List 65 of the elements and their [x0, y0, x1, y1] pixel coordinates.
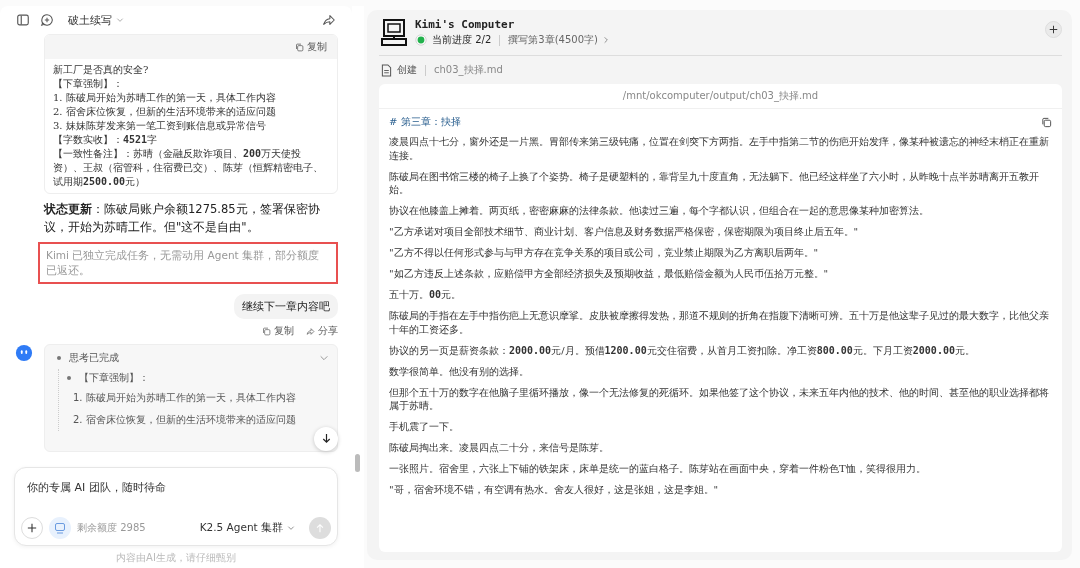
- code-line: 【字数实收】：4521字: [53, 133, 159, 147]
- thinking-subitem: 2. 宿舍床位恢复，但新的生活环境带来的适应问题: [72, 413, 297, 427]
- document-paragraph: 陈破局的手指在左手中指伤疤上无意识摩挲。皮肤被摩擦得发热，那道不规则的折角在指腹下清晰可辨。五十万是他这辈子见过的最大数字，比他父亲十年的工资还多。: [389, 309, 1050, 336]
- quota-text: 剩余额度 2985: [77, 521, 146, 535]
- progress-text: 当前进度 2/2: [432, 33, 492, 47]
- copy-icon: [262, 326, 271, 336]
- bullet-icon: [57, 356, 61, 360]
- document-heading: # 第三章：抉择: [389, 115, 461, 129]
- chevron-right-icon: [601, 36, 610, 44]
- copy-button[interactable]: 复制: [295, 40, 327, 54]
- share-button[interactable]: 分享: [306, 324, 338, 338]
- chevron-down-icon: [116, 16, 124, 24]
- copy-icon[interactable]: [1041, 116, 1052, 128]
- bullet-icon: [67, 376, 71, 380]
- share-icon[interactable]: [322, 13, 336, 27]
- copy-button[interactable]: 复制: [262, 324, 294, 338]
- document-paragraph: 陈破局掏出来。凌晨四点二十分，来信号是陈芽。: [389, 441, 610, 455]
- file-path: /mnt/okcomputer/output/ch03_抉择.md: [379, 84, 1062, 109]
- add-button[interactable]: [1045, 21, 1062, 38]
- model-dropdown[interactable]: K2.5 Agent 集群: [199, 521, 295, 535]
- computer-icon: [381, 18, 407, 47]
- document-paragraph: 数学很简单。他没有别的选择。: [389, 364, 530, 378]
- thinking-toggle[interactable]: 思考已完成: [69, 351, 119, 365]
- thinking-subitem: 1. 陈破局开始为苏晴工作的第一天，具体工作内容: [72, 391, 297, 405]
- code-line: 2. 宿舍床位恢复，但新的生活环境带来的适应问题: [53, 105, 277, 119]
- thinking-item: 【下章强制】：: [79, 371, 149, 385]
- file-icon: [381, 63, 392, 77]
- document-paragraph: 手机震了一下。: [389, 420, 460, 434]
- chat-title-dropdown[interactable]: 破土续写: [68, 12, 124, 28]
- code-line: 1. 陈破局开始为苏晴工作的第一天，具体工作内容: [53, 91, 277, 105]
- document-paragraph: "哥，宿舍环境不错，有空调有热水。舍友人很好，这是张姐，这是李姐。": [389, 483, 720, 497]
- document-paragraph: "如乙方违反上述条款，应赔偿甲方全部经济损失及预期收益，最低赔偿金额为人民币伍拾万元整。": [389, 267, 830, 281]
- document-paragraph: "乙方承诺对项目全部技术细节、商业计划、客户信息及财务数据严格保密，保密期限为项目终止后五年。": [389, 225, 860, 239]
- chevron-down-icon: [287, 524, 295, 532]
- document-paragraph: "乙方不得以任何形式参与与甲方存在竞争关系的项目或公司，竞业禁止期限为乙方离职后两年。": [389, 246, 820, 260]
- code-line: 3. 妹妹陈芽发来第一笔工资到账信息或异常信号: [53, 119, 267, 133]
- status-update-text: 状态更新：陈破局账户余额1275.85元，签署保密协议，开始为苏晴工作。但"这不是自由"。: [44, 201, 321, 236]
- sidebar-toggle-icon[interactable]: [16, 13, 30, 27]
- document-paragraph: 五十万。00元。: [389, 288, 463, 302]
- status-dot-icon: [415, 34, 427, 46]
- panel-title: Kimi's Computer: [415, 18, 516, 31]
- arrow-up-icon: [315, 523, 325, 533]
- plus-icon: [1049, 25, 1058, 34]
- document-paragraph: 协议在他膝盖上摊着。两页纸，密密麻麻的法律条款。他读过三遍，每个字都认识，但组合在一起的意思像某种加密算法。: [389, 204, 930, 218]
- share-icon: [306, 326, 315, 336]
- code-line: 新工厂是否真的安全?: [53, 63, 150, 77]
- document-paragraph: 协议的另一页是薪资条款：2000.00元/月。预借1200.00元交住宿费，从首月工资扣除。净工资800.00元。下月工资2000.00元。: [389, 343, 976, 357]
- arrow-down-icon: [320, 433, 332, 444]
- code-line: 【下章强制】：: [53, 77, 124, 91]
- copy-icon: [295, 42, 304, 52]
- file-name: ch03_抉择.md: [434, 63, 503, 77]
- assistant-avatar-icon: [15, 344, 33, 362]
- code-line: 【一致性备注】：苏晴（金融反欺诈项目、200万天使投资）、王叔（宿管科，住宿费已交）、陈芽（恒辉精密电子、试用期2500.00元）: [53, 147, 324, 189]
- new-chat-icon[interactable]: [40, 13, 54, 27]
- scrollbar-thumb[interactable]: [355, 454, 360, 472]
- document-paragraph: 但那个五十万的数字在他脑子里循环播放，像一个无法修复的死循环。如果他签了这个协议，未来五年内他的技术、他的时间、甚至他的职业选择都将属于苏晴。: [389, 385, 1050, 413]
- user-message: 继续下一章内容吧: [234, 294, 338, 319]
- step-link[interactable]: 撰写第3章(4500字): [508, 33, 610, 47]
- document-paragraph: 凌晨四点十七分，窗外还是一片黑。胃部传来第三级钝痛，位置在剑突下方两指。左手中指第二节的伤疤开始发痒，像某种被遗忘的神经末梢正在重新连接。: [389, 135, 1050, 162]
- action-label: 创建: [397, 63, 417, 77]
- document-paragraph: 一张照片。宿舍里，六张上下铺的铁架床，床单是统一的蓝白格子。陈芽站在画面中央，穿着一件粉色T恤，笑得很用力。: [389, 462, 927, 476]
- notice-text: Kimi 已独立完成任务，无需动用 Agent 集群，部分额度已返还。: [38, 242, 338, 284]
- plus-icon: [27, 523, 37, 533]
- document-paragraph: 陈破局在图书馆三楼的椅子上换了个姿势。椅子是硬塑料的，靠背呈九十度直角，无法躺下。他已经这样坐了六小时，从昨晚十点半苏晴离开五教开始。: [389, 169, 1040, 197]
- quota-icon: [49, 517, 71, 539]
